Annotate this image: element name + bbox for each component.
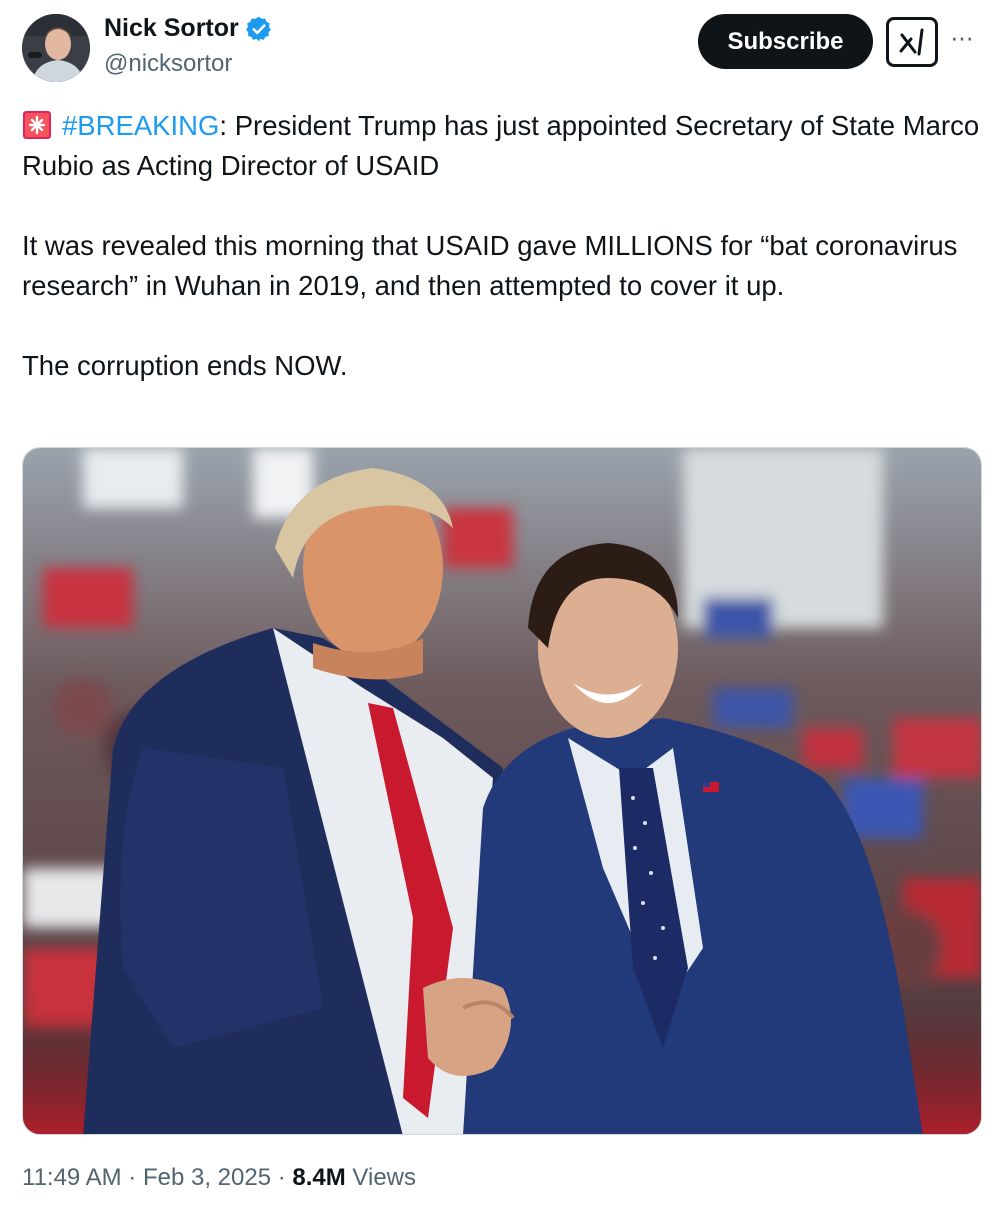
more-options-icon[interactable]: ··· <box>950 22 974 52</box>
tweet-meta: 11:49 AM · Feb 3, 2025 · 8.4M Views <box>22 1164 416 1192</box>
author-name-text: Nick Sortor <box>104 14 239 42</box>
hashtag-link[interactable]: #BREAKING <box>62 110 219 141</box>
rotating-light-icon <box>22 110 52 140</box>
tweet-paragraph-3: The corruption ends NOW. <box>22 350 348 381</box>
tweet-time[interactable]: 11:49 AM <box>22 1164 122 1191</box>
meta-separator: · <box>121 1164 143 1191</box>
author-name[interactable]: Nick Sortor <box>104 14 273 43</box>
tweet-photo[interactable] <box>22 447 982 1135</box>
tweet-paragraph-1: #BREAKING: President Trump has just appo… <box>22 106 982 186</box>
author-handle[interactable]: @nicksortor <box>104 50 232 78</box>
tweet-paragraph-2: It was revealed this morning that USAID … <box>22 230 958 301</box>
tweet-text: #BREAKING: President Trump has just appo… <box>22 106 982 386</box>
grok-icon[interactable] <box>886 17 938 67</box>
meta-separator: · <box>271 1164 293 1191</box>
views-label: Views <box>345 1164 417 1191</box>
avatar-image <box>22 14 90 82</box>
subscribe-button[interactable]: Subscribe <box>698 14 873 69</box>
verified-badge-icon <box>245 15 273 43</box>
tweet-date[interactable]: Feb 3, 2025 <box>143 1164 271 1191</box>
views-count: 8.4M <box>292 1164 346 1191</box>
avatar[interactable] <box>22 14 90 82</box>
